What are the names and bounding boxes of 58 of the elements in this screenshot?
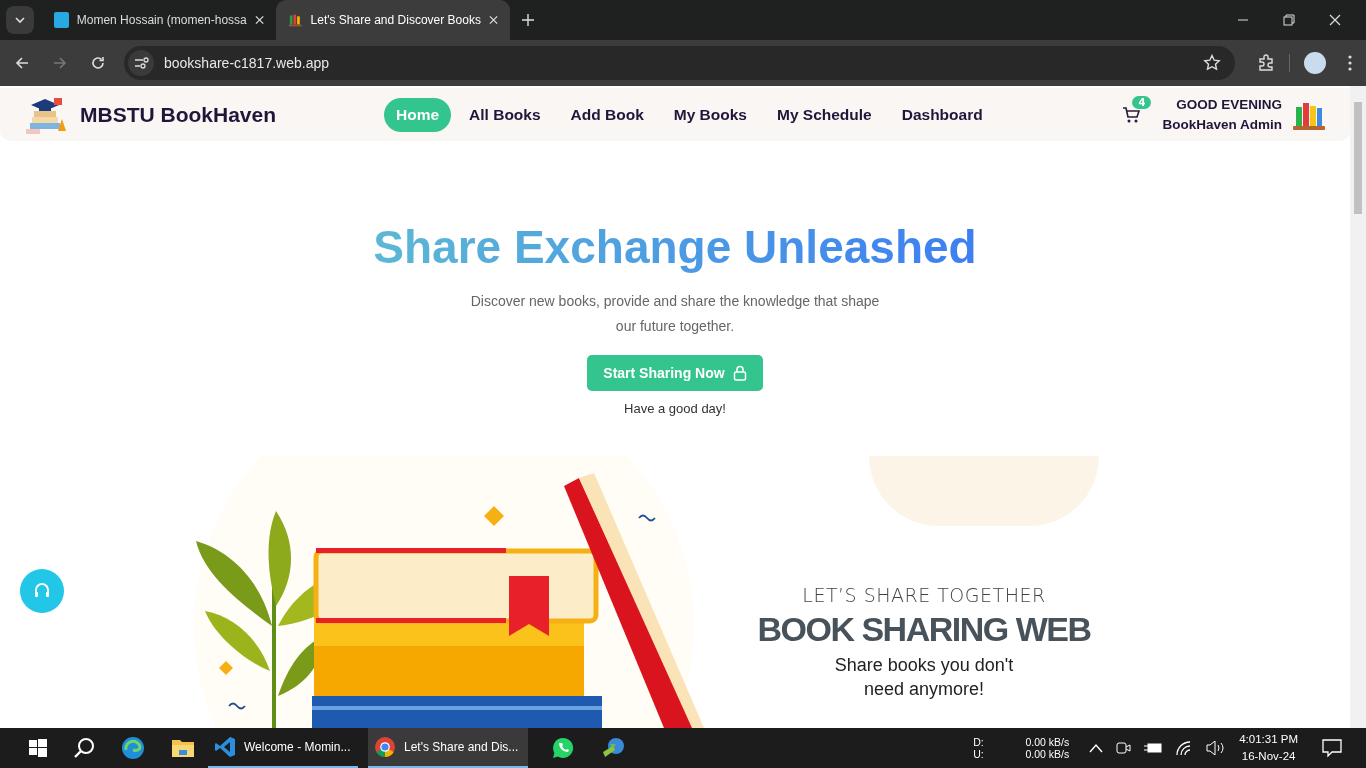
tab-search-button[interactable] — [6, 6, 34, 34]
new-tab-icon[interactable] — [522, 14, 534, 26]
nav-link[interactable]: All Books — [457, 97, 553, 132]
browser-tab[interactable]: Momen Hossain (momen-hossa — [42, 0, 276, 40]
browser-tab[interactable]: Let's Share and Discover Books — [276, 0, 510, 40]
chat-bubble-phone-icon[interactable] — [551, 736, 575, 760]
site-settings-icon[interactable] — [128, 50, 154, 76]
notification-icon[interactable] — [1321, 738, 1343, 758]
network-speed: 0.00 kB/s — [1025, 736, 1070, 748]
network-label: U: — [973, 748, 984, 760]
restore-icon[interactable] — [1283, 14, 1295, 26]
banner-kicker: LET’S SHARE TOGETHER — [802, 584, 1046, 606]
close-icon[interactable] — [1329, 14, 1341, 26]
clock-time[interactable]: 4:01:31 PM — [1239, 731, 1298, 748]
chrome-browser-icon — [374, 736, 396, 758]
speaker-icon[interactable] — [1205, 740, 1226, 756]
close-icon[interactable] — [488, 15, 498, 25]
ibb-logo-icon — [54, 12, 69, 28]
extensions-puzzle-icon[interactable] — [1257, 54, 1275, 72]
lock-icon — [732, 365, 747, 381]
nav-link[interactable]: My Books — [661, 97, 759, 132]
address-bar[interactable]: bookshare-c1817.web.app — [124, 46, 1235, 80]
windows-start-icon[interactable] — [29, 739, 47, 757]
chevron-down-icon — [14, 14, 26, 26]
scrollbar[interactable] — [1350, 86, 1366, 728]
download-globe-icon[interactable] — [601, 736, 627, 760]
cart-count-badge: 4 — [1132, 95, 1152, 109]
banner-headline: BOOK SHARING WEB — [757, 610, 1091, 649]
banner-tagline: Share books you don't need anymore! — [833, 654, 1015, 701]
nav-link[interactable]: Add Book — [558, 97, 656, 132]
search-icon[interactable] — [73, 737, 95, 759]
chevron-up-icon[interactable] — [1089, 743, 1104, 753]
greeting-text: GOOD EVENING — [1176, 95, 1282, 114]
clock-date[interactable]: 16-Nov-24 — [1241, 748, 1296, 765]
battery-charging-icon[interactable] — [1143, 741, 1164, 755]
site-brand-name[interactable]: MBSTU BookHaven — [80, 102, 277, 127]
camera-icon[interactable] — [1115, 740, 1132, 756]
nav-link[interactable]: My Schedule — [764, 97, 884, 132]
reload-icon[interactable] — [90, 55, 106, 71]
shopping-cart-icon[interactable] — [1122, 105, 1141, 124]
taskbar-app-button[interactable]: Welcome - Momin... — [208, 728, 358, 768]
forward-arrow-icon[interactable] — [52, 55, 68, 71]
back-arrow-icon[interactable] — [14, 55, 30, 71]
menu-dots-icon[interactable] — [1348, 55, 1352, 71]
code-editor-icon — [214, 736, 236, 758]
greeting-note: Have a good day! — [624, 401, 726, 416]
folder-icon[interactable] — [171, 737, 195, 759]
nav-link[interactable]: Dashboard — [889, 97, 995, 132]
taskbar-app-button[interactable]: Let's Share and Dis... — [368, 728, 528, 768]
edge-browser-icon[interactable] — [121, 736, 145, 760]
network-label: D: — [973, 736, 984, 748]
profile-avatar[interactable] — [1304, 52, 1326, 74]
books-icon — [288, 12, 303, 28]
hero-description: Discover new books, provide and share the knowledge that shape our future together. — [469, 292, 881, 336]
bookmark-star-icon[interactable] — [1203, 54, 1221, 72]
user-name: BookHaven Admin — [1162, 115, 1282, 134]
close-icon[interactable] — [254, 15, 264, 25]
network-speed: 0.00 kB/s — [1025, 748, 1070, 760]
